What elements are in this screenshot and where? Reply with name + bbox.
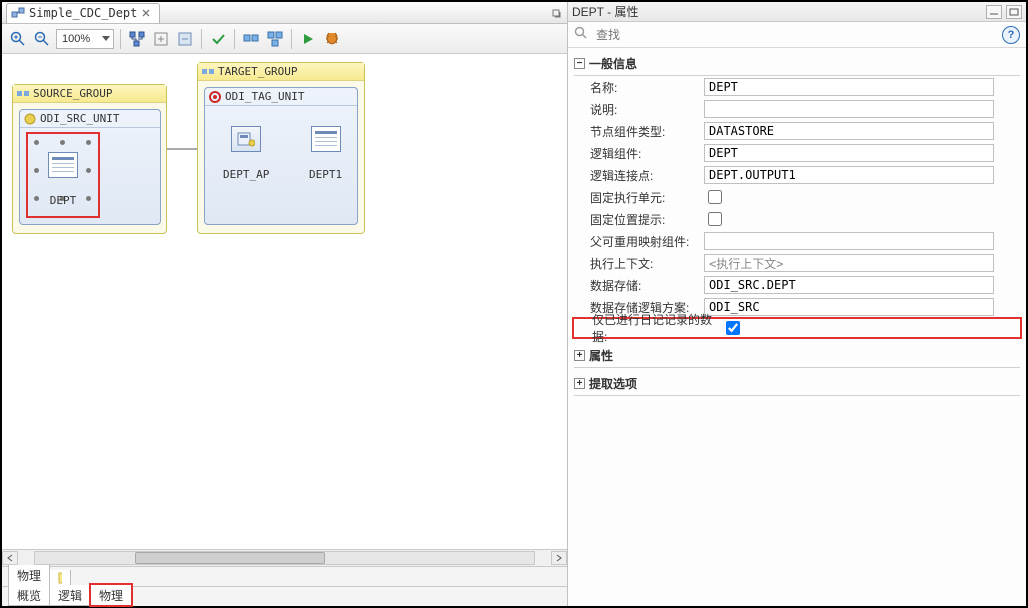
minimize-icon[interactable] xyxy=(986,5,1002,19)
props-title: DEPT - 属性 xyxy=(572,3,638,20)
tab-physical-1[interactable]: 物理 xyxy=(8,565,50,586)
pane-splitter[interactable] xyxy=(566,2,571,606)
parent-input[interactable] xyxy=(704,232,994,250)
prop-store: 数据存储: xyxy=(574,274,1020,296)
section-extract[interactable]: + 提取选项 xyxy=(574,372,1020,396)
source-group-box[interactable]: SOURCE_GROUP ODI_SRC_UNIT xyxy=(12,84,167,234)
file-tab-simple-cdc-dept[interactable]: Simple_CDC_Dept xyxy=(6,3,160,23)
tgt-unit-box[interactable]: ODI_TAG_UNIT DEPT_AP DEPT1 xyxy=(204,87,358,225)
store-input[interactable] xyxy=(704,276,994,294)
section-general[interactable]: − 一般信息 xyxy=(574,52,1020,76)
section-attrs[interactable]: + 属性 xyxy=(574,344,1020,368)
zoom-value: 100% xyxy=(62,33,90,45)
props-search-row: ? xyxy=(568,22,1026,48)
desc-input[interactable] xyxy=(704,100,994,118)
help-icon[interactable]: ? xyxy=(1002,26,1020,44)
file-tab-title: Simple_CDC_Dept xyxy=(29,6,137,20)
prop-connpt: 逻辑连接点: xyxy=(574,164,1020,186)
tab-logical[interactable]: 逻辑 xyxy=(49,585,91,606)
diagram-canvas[interactable]: SOURCE_GROUP ODI_SRC_UNIT xyxy=(2,54,567,549)
close-icon[interactable] xyxy=(141,8,151,18)
scroll-thumb[interactable] xyxy=(135,552,325,564)
component-icon xyxy=(231,126,261,152)
nodetype-input[interactable] xyxy=(704,122,994,140)
expand-icon: + xyxy=(574,378,585,389)
prop-name: 名称: xyxy=(574,76,1020,98)
editor-pane: Simple_CDC_Dept 100% xyxy=(2,2,568,606)
scroll-left-icon[interactable] xyxy=(2,551,18,565)
auto-layout-button[interactable] xyxy=(127,29,147,49)
prop-nodetype: 节点组件类型: xyxy=(574,120,1020,142)
canvas-toolbar: 100% xyxy=(2,24,567,54)
tab-overview[interactable]: 概览 xyxy=(8,585,50,606)
props-body: − 一般信息 名称: 说明: 节点组件类型: 逻辑组件: 逻辑连接点: xyxy=(568,48,1026,606)
expand-icon: + xyxy=(574,350,585,361)
tgt-unit-title: ODI_TAG_UNIT xyxy=(225,90,304,103)
section-extract-title: 提取选项 xyxy=(589,375,637,392)
target-group-header: TARGET_GROUP xyxy=(198,63,364,81)
schema-input[interactable] xyxy=(704,298,994,316)
zoom-in-icon[interactable] xyxy=(8,29,28,49)
scroll-right-icon[interactable] xyxy=(551,551,567,565)
props-title-bar: DEPT - 属性 xyxy=(568,2,1026,22)
section-attrs-title: 属性 xyxy=(589,347,613,364)
canvas-h-scrollbar[interactable] xyxy=(2,549,567,566)
fixedeu-checkbox[interactable] xyxy=(708,190,722,204)
debug-button[interactable] xyxy=(322,29,342,49)
context-input[interactable] xyxy=(704,254,994,272)
chevron-down-icon xyxy=(102,36,110,41)
bottom-tabs-physical: 物理 ! xyxy=(2,566,567,586)
mapping-icon xyxy=(11,6,25,20)
node-dept1-label: DEPT1 xyxy=(309,168,342,181)
table-icon xyxy=(311,126,341,152)
collapse-all-button[interactable] xyxy=(175,29,195,49)
src-unit-title: ODI_SRC_UNIT xyxy=(40,112,119,125)
node-dept-ap-label: DEPT_AP xyxy=(223,168,269,181)
tab-warning-icon[interactable]: ! xyxy=(49,570,71,586)
group-tool-1[interactable] xyxy=(241,29,261,49)
section-general-title: 一般信息 xyxy=(589,55,637,72)
connpt-input[interactable] xyxy=(704,166,994,184)
name-input[interactable] xyxy=(704,78,994,96)
run-button[interactable] xyxy=(298,29,318,49)
table-icon xyxy=(48,152,78,178)
node-dept[interactable]: DEPT xyxy=(48,152,78,207)
zoom-combo[interactable]: 100% xyxy=(56,29,114,49)
node-dept1[interactable]: DEPT1 xyxy=(309,126,342,181)
prop-journal: 仅已进行日记记录的数据: xyxy=(572,317,1022,339)
src-unit-box[interactable]: ODI_SRC_UNIT xyxy=(19,109,161,225)
validate-button[interactable] xyxy=(208,29,228,49)
search-icon xyxy=(574,26,588,43)
journal-checkbox[interactable] xyxy=(726,321,740,335)
source-group-title: SOURCE_GROUP xyxy=(33,87,112,100)
props-search-input[interactable] xyxy=(594,25,996,45)
tab-physical-2[interactable]: 物理 xyxy=(90,585,132,606)
prop-fixedeu: 固定执行单元: xyxy=(574,186,1020,208)
prop-desc: 说明: xyxy=(574,98,1020,120)
node-dept-ap[interactable]: DEPT_AP xyxy=(223,126,269,181)
tabstrip-menu-button[interactable] xyxy=(547,3,567,23)
src-unit-header: ODI_SRC_UNIT xyxy=(20,110,160,128)
collapse-icon: − xyxy=(574,58,585,69)
tgt-unit-header: ODI_TAG_UNIT xyxy=(205,88,357,106)
target-group-title: TARGET_GROUP xyxy=(218,65,297,78)
logic-input[interactable] xyxy=(704,144,994,162)
node-dept-label: DEPT xyxy=(50,194,77,207)
bottom-nav-tabs: 概览 逻辑 物理 xyxy=(2,586,567,606)
group-tool-2[interactable] xyxy=(265,29,285,49)
prop-parent: 父可重用映射组件: xyxy=(574,230,1020,252)
properties-pane: DEPT - 属性 ? − 一般信息 名称: 说明: xyxy=(568,2,1026,606)
expand-all-button[interactable] xyxy=(151,29,171,49)
file-tab-strip: Simple_CDC_Dept xyxy=(2,2,567,24)
fixedpos-checkbox[interactable] xyxy=(708,212,722,226)
prop-context: 执行上下文: xyxy=(574,252,1020,274)
prop-logic: 逻辑组件: xyxy=(574,142,1020,164)
target-group-box[interactable]: TARGET_GROUP ODI_TAG_UNIT DEPT_AP xyxy=(197,62,365,234)
zoom-out-icon[interactable] xyxy=(32,29,52,49)
prop-fixedpos: 固定位置提示: xyxy=(574,208,1020,230)
source-group-header: SOURCE_GROUP xyxy=(13,85,166,103)
maximize-icon[interactable] xyxy=(1006,5,1022,19)
